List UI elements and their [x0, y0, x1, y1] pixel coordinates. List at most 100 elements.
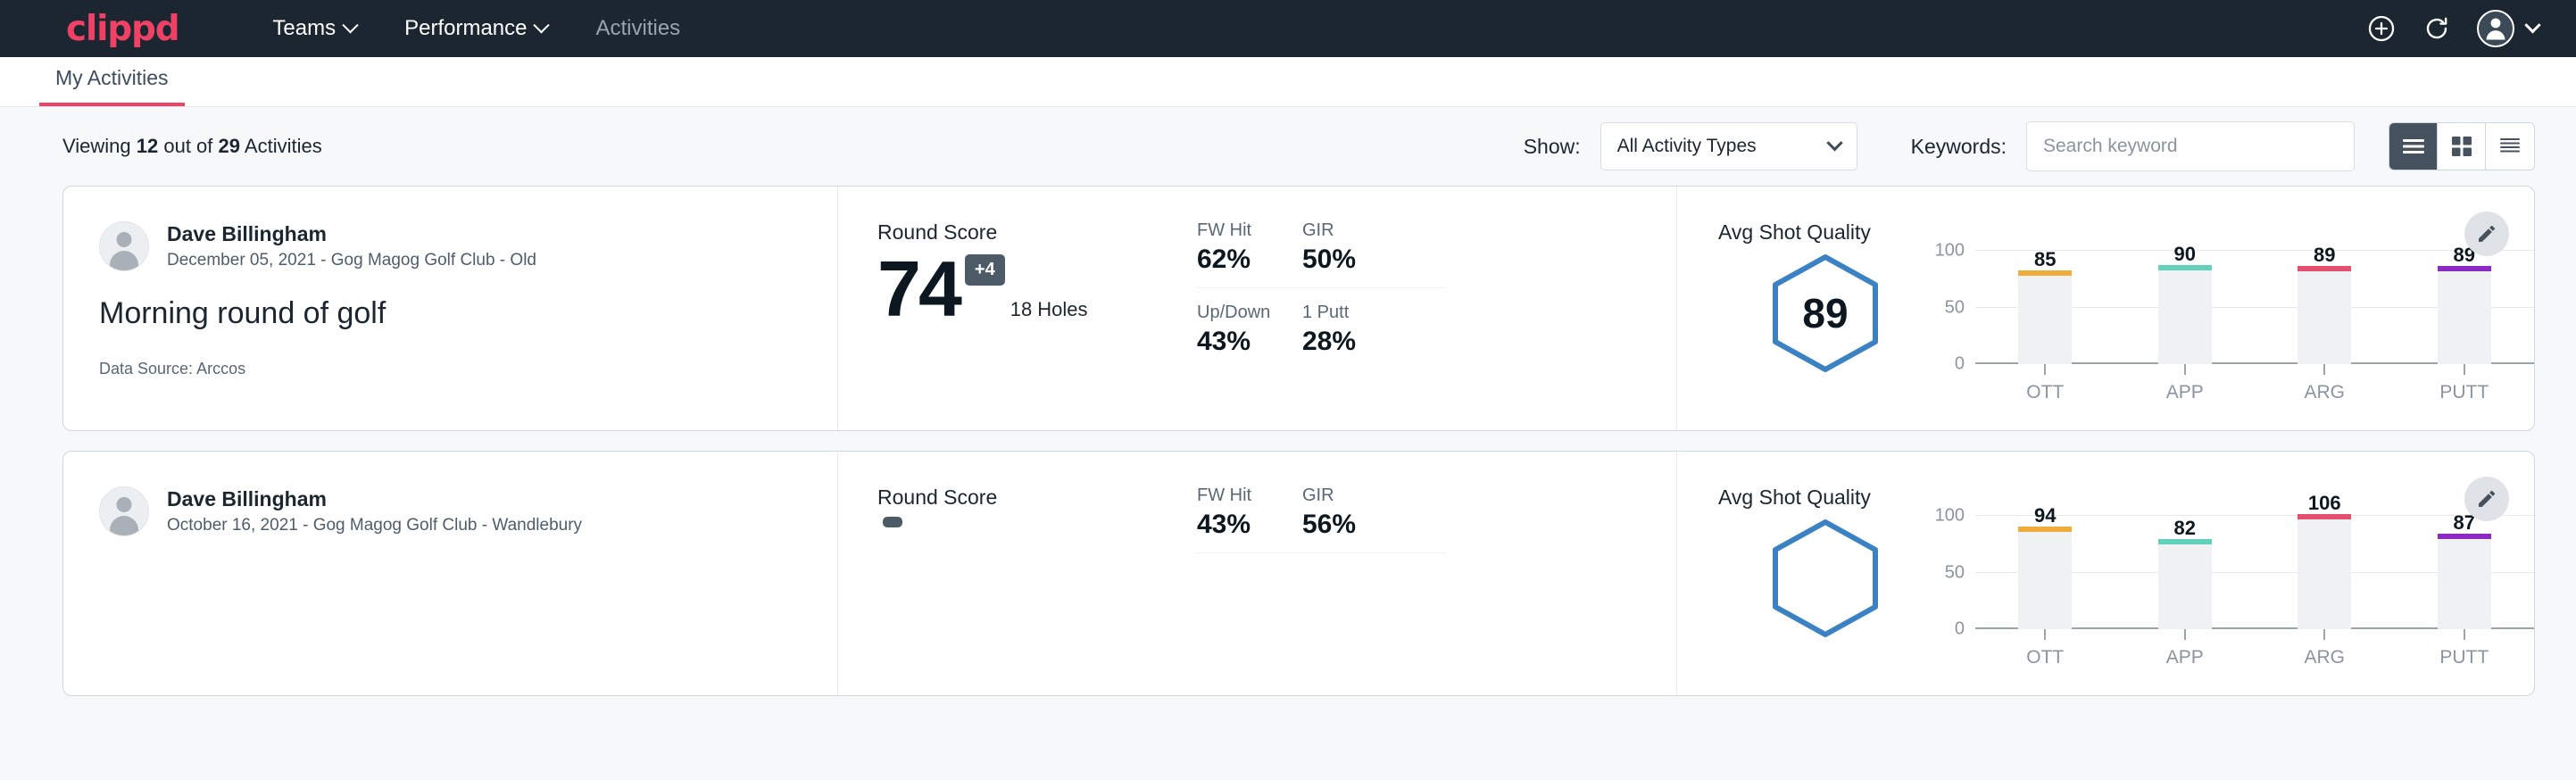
activity-type-select[interactable]: All Activity Types: [1600, 122, 1857, 170]
activity-summary-column: Dave Billingham December 05, 2021 - Gog …: [63, 187, 838, 430]
bar-value-arg: 89: [2314, 244, 2335, 267]
x-label-app: APP: [2166, 382, 2204, 403]
add-circle-icon[interactable]: [2366, 13, 2397, 44]
compact-list-view-toggle[interactable]: [2486, 123, 2534, 170]
stat-value: 56%: [1302, 510, 1415, 540]
account-menu[interactable]: [2477, 10, 2539, 47]
activity-card[interactable]: Dave Billingham October 16, 2021 - Gog M…: [62, 451, 2535, 696]
bar-ott: 85: [2018, 250, 2072, 364]
score-to-par-badge: +4: [965, 254, 1005, 286]
shot-quality-hexagon: [1718, 515, 1932, 638]
stat-value: 50%: [1302, 245, 1415, 275]
nav-item-performance-label: Performance: [404, 16, 527, 41]
round-score-block: Round Score: [877, 485, 1163, 668]
x-label-putt: PUTT: [2439, 647, 2489, 668]
nav-item-teams[interactable]: Teams: [248, 16, 380, 41]
viewing-prefix: Viewing: [62, 135, 137, 157]
stat-fw-hit: FW Hit 43%: [1197, 485, 1302, 553]
edit-activity-button[interactable]: [2464, 477, 2509, 521]
tab-my-activities[interactable]: My Activities: [39, 66, 185, 106]
y-tick-50: 50: [1945, 298, 1965, 319]
round-score-column: Round Score 74 +4 18 Holes FW Hit 62% GI…: [838, 187, 1677, 430]
chart-x-axis: OTT APP ARG PUTT: [1975, 364, 2534, 403]
chevron-down-icon: [1826, 135, 1842, 151]
shot-quality-hexagon: 89: [1718, 250, 1932, 373]
viewing-count: 12: [137, 135, 158, 157]
shot-quality-column: Avg Shot Quality 89 100 50 0: [1677, 187, 2534, 430]
nav-item-activities[interactable]: Activities: [571, 16, 704, 41]
avg-shot-quality-label: Avg Shot Quality: [1718, 220, 2534, 245]
round-stats-grid: FW Hit 62% GIR 50% Up/Down 43% 1 Putt 28…: [1197, 220, 1445, 403]
grid-view-toggle[interactable]: [2438, 123, 2486, 170]
avatar: [99, 486, 149, 536]
stat-value: 43%: [1197, 327, 1272, 357]
shot-quality-bar-chart: 100 50 0 94 82: [1932, 515, 2534, 668]
round-score-block: Round Score 74 +4 18 Holes: [877, 220, 1163, 403]
stat-gir: GIR 50%: [1302, 220, 1445, 288]
score-to-par-badge: [883, 517, 902, 527]
round-score-column: Round Score FW Hit 43% GIR 56%: [838, 452, 1677, 695]
search-input[interactable]: [2026, 121, 2355, 171]
viewing-total: 29: [219, 135, 240, 157]
stat-one-putt: [1302, 553, 1445, 571]
y-tick-100: 100: [1935, 506, 1965, 527]
stat-up-down: [1197, 553, 1302, 571]
nav-actions: [2366, 10, 2539, 47]
activity-card[interactable]: Dave Billingham December 05, 2021 - Gog …: [62, 186, 2535, 431]
stat-one-putt: 1 Putt 28%: [1302, 288, 1445, 357]
activity-summary-column: Dave Billingham October 16, 2021 - Gog M…: [63, 452, 838, 695]
round-score-label: Round Score: [877, 220, 1163, 245]
activity-card-list: Dave Billingham December 05, 2021 - Gog …: [0, 186, 2576, 696]
stat-label: FW Hit: [1197, 485, 1272, 506]
nav-item-performance[interactable]: Performance: [380, 16, 571, 41]
edit-activity-button[interactable]: [2464, 212, 2509, 256]
pencil-icon: [2476, 223, 2497, 245]
player-header: Dave Billingham December 05, 2021 - Gog …: [99, 220, 802, 273]
bar-value-arg: 106: [2308, 492, 2341, 515]
stat-value: 28%: [1302, 327, 1415, 357]
activity-meta: October 16, 2021 - Gog Magog Golf Club -…: [167, 513, 582, 538]
nav-item-activities-label: Activities: [595, 16, 680, 41]
y-tick-100: 100: [1935, 241, 1965, 261]
bar-putt: 89: [2438, 250, 2491, 364]
bar-value-app: 90: [2174, 243, 2196, 266]
activity-title: Morning round of golf: [99, 296, 802, 331]
stat-label: Up/Down: [1197, 303, 1272, 323]
activity-meta: December 05, 2021 - Gog Magog Golf Club …: [167, 248, 536, 273]
x-label-putt: PUTT: [2439, 382, 2489, 403]
player-header: Dave Billingham October 16, 2021 - Gog M…: [99, 485, 802, 538]
bar-putt: 87: [2438, 515, 2491, 629]
keywords-label: Keywords:: [1911, 135, 2007, 159]
stat-label: 1 Putt: [1302, 303, 1415, 323]
avg-shot-quality-value: [1770, 519, 1881, 638]
bar-app: 82: [2158, 515, 2212, 629]
pencil-icon: [2476, 488, 2497, 510]
avg-shot-quality-value: 89: [1770, 253, 1881, 373]
bar-ott: 94: [2018, 515, 2072, 629]
stat-label: GIR: [1302, 485, 1415, 506]
view-mode-toggle-group: [2389, 122, 2535, 170]
stat-label: GIR: [1302, 220, 1415, 241]
x-label-arg: ARG: [2304, 647, 2345, 668]
x-label-arg: ARG: [2304, 382, 2345, 403]
avatar: [99, 221, 149, 271]
chart-bars: 85 90 89 89: [1975, 250, 2534, 364]
clippd-logo[interactable]: clippd: [66, 12, 179, 46]
bar-value-app: 82: [2174, 517, 2196, 540]
x-label-ott: OTT: [2026, 647, 2064, 668]
chart-bars: 94 82 106 8: [1975, 515, 2534, 629]
round-score-label: Round Score: [877, 485, 1163, 510]
chevron-down-icon: [534, 17, 550, 33]
y-tick-0: 0: [1955, 619, 1965, 640]
list-view-toggle[interactable]: [2389, 123, 2438, 170]
chevron-down-icon: [2524, 17, 2540, 33]
chart-plot-area: 100 50 0 94 82: [1975, 515, 2534, 629]
refresh-icon[interactable]: [2422, 13, 2452, 44]
viewing-suffix: Activities: [240, 135, 322, 157]
page-tabbar: My Activities: [0, 57, 2576, 107]
avg-shot-quality-label: Avg Shot Quality: [1718, 485, 2534, 510]
stat-value: 62%: [1197, 245, 1272, 275]
show-label: Show:: [1524, 135, 1581, 159]
stat-gir: GIR 56%: [1302, 485, 1445, 553]
avatar: [2477, 10, 2514, 47]
